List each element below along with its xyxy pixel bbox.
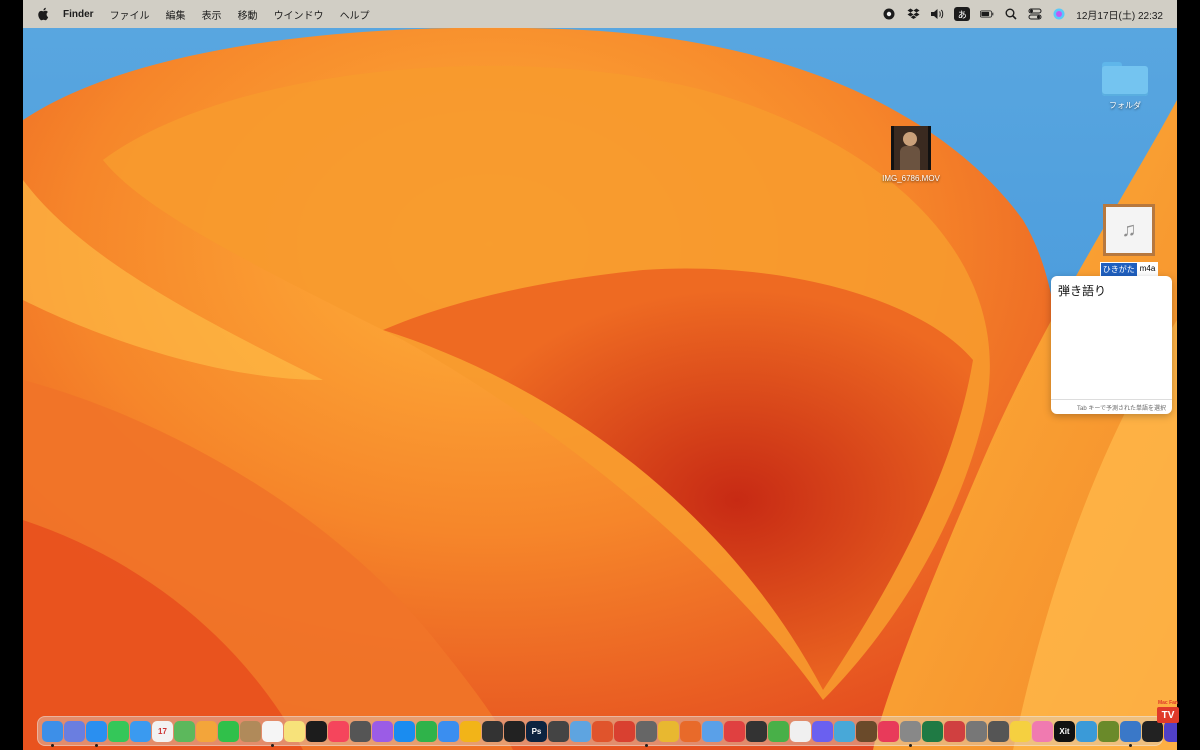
play-icon[interactable]	[878, 720, 899, 742]
desktop-wallpaper	[23, 0, 1177, 750]
menu-window[interactable]: ウインドウ	[266, 7, 332, 22]
monitor-icon[interactable]	[746, 720, 767, 742]
spotlight-search-icon[interactable]	[1004, 7, 1018, 21]
record-icon[interactable]	[882, 7, 896, 21]
ime-candidate-word[interactable]: 弾き語り	[1058, 282, 1106, 299]
firefox-icon[interactable]	[592, 720, 613, 742]
chrome-icon[interactable]	[658, 720, 679, 742]
menu-view[interactable]: 表示	[194, 7, 230, 22]
menu-help[interactable]: ヘルプ	[332, 7, 378, 22]
hand-icon[interactable]	[1010, 720, 1031, 742]
rename-extension-text[interactable]: m4a	[1137, 262, 1159, 277]
desktop-folder[interactable]: フォルダ	[1095, 62, 1155, 111]
input-source-icon[interactable]: あ	[954, 7, 971, 21]
desktop-folder-label: フォルダ	[1109, 101, 1141, 110]
menu-app-finder[interactable]: Finder	[55, 9, 102, 20]
display-icon[interactable]	[900, 720, 921, 747]
pencil-icon[interactable]	[460, 720, 481, 742]
photos-icon[interactable]	[196, 720, 217, 742]
dock: 17 Ps Xit	[37, 716, 1177, 747]
microphone-icon[interactable]	[636, 720, 657, 747]
notes-icon[interactable]	[284, 720, 305, 742]
music-icon[interactable]	[328, 720, 349, 742]
channel-watermark: Mac Fan TV	[1152, 700, 1184, 732]
desktop-movie-file[interactable]: IMG_6786.MOV	[871, 126, 951, 183]
siri-icon[interactable]	[1052, 7, 1066, 21]
excel-icon[interactable]	[922, 720, 943, 742]
checklist-icon[interactable]	[768, 720, 789, 742]
numbers-icon[interactable]	[416, 720, 437, 742]
finder-icon[interactable]	[42, 720, 63, 747]
reminders-icon[interactable]	[262, 720, 283, 747]
bird-icon[interactable]	[702, 720, 723, 742]
ime-hint: Tab キーで予測された単語を選択	[1051, 399, 1172, 414]
watermark-text: Mac Fan	[1157, 700, 1178, 706]
appstore-icon[interactable]	[394, 720, 415, 742]
finder-window-icon[interactable]	[834, 720, 855, 742]
podcasts-icon[interactable]	[350, 720, 371, 742]
lasso-icon[interactable]	[790, 720, 811, 742]
camera-icon[interactable]	[988, 720, 1009, 742]
xit-icon[interactable]: Xit	[1054, 720, 1075, 742]
person-icon[interactable]	[1120, 720, 1141, 747]
mail-icon[interactable]	[130, 720, 151, 742]
safari-icon[interactable]	[86, 720, 107, 747]
music-note-icon: ♫	[1103, 204, 1155, 256]
menu-bar: Finder ファイル 編集 表示 移動 ウインドウ ヘルプ あ 12月17日(…	[23, 0, 1177, 28]
apple-menu-icon[interactable]	[37, 7, 49, 21]
screenshot-icon[interactable]	[482, 720, 503, 742]
rename-field[interactable]: ひきがた m4a	[1099, 262, 1159, 277]
keynote-icon[interactable]	[438, 720, 459, 742]
messages-icon[interactable]	[108, 720, 129, 742]
messenger-icon[interactable]	[812, 720, 833, 742]
launchpad-icon[interactable]	[64, 720, 85, 742]
folder-icon	[1102, 62, 1148, 96]
volume-icon[interactable]	[930, 7, 944, 21]
rename-selected-text[interactable]: ひきがた	[1099, 262, 1138, 277]
desktop-audio-file[interactable]: ♫ ひきがた m4a	[1099, 204, 1159, 277]
preview-icon[interactable]	[570, 720, 591, 742]
network-icon[interactable]	[1076, 720, 1097, 742]
podcasts-purple-icon[interactable]	[372, 720, 393, 742]
target-icon[interactable]	[724, 720, 745, 742]
shield-icon[interactable]	[944, 720, 965, 742]
tv-icon[interactable]	[306, 720, 327, 742]
desktop-movie-label: IMG_6786.MOV	[882, 174, 940, 183]
claquette-icon[interactable]	[504, 720, 525, 742]
battery-icon[interactable]	[980, 7, 994, 21]
facetime-icon[interactable]	[218, 720, 239, 742]
control-center-icon[interactable]	[1028, 7, 1042, 21]
calendar-icon[interactable]: 17	[152, 720, 173, 742]
dropbox-icon[interactable]	[906, 7, 920, 21]
radar-icon[interactable]	[1098, 720, 1119, 742]
mixer-icon[interactable]	[966, 720, 987, 742]
contacts-icon[interactable]	[240, 720, 261, 742]
menu-file[interactable]: ファイル	[102, 7, 158, 22]
firefox-alt-icon[interactable]	[680, 720, 701, 742]
maps-icon[interactable]	[174, 720, 195, 742]
watermark-tv-logo: TV	[1157, 707, 1179, 723]
menu-go[interactable]: 移動	[230, 7, 266, 22]
ime-candidate-panel[interactable]: 弾き語り Tab キーで予測された単語を選択	[1051, 276, 1172, 414]
game-icon[interactable]	[856, 720, 877, 742]
grid-icon[interactable]	[1032, 720, 1053, 742]
desktop-screen: Finder ファイル 編集 表示 移動 ウインドウ ヘルプ あ 12月17日(…	[23, 0, 1177, 750]
movie-thumbnail-icon	[891, 126, 931, 170]
menu-clock[interactable]: 12月17日(土) 22:32	[1076, 7, 1163, 22]
airplane-icon[interactable]	[614, 720, 635, 742]
photoshop-icon[interactable]: Ps	[526, 720, 547, 742]
menu-edit[interactable]: 編集	[158, 7, 194, 22]
finalcut-icon[interactable]	[548, 720, 569, 742]
